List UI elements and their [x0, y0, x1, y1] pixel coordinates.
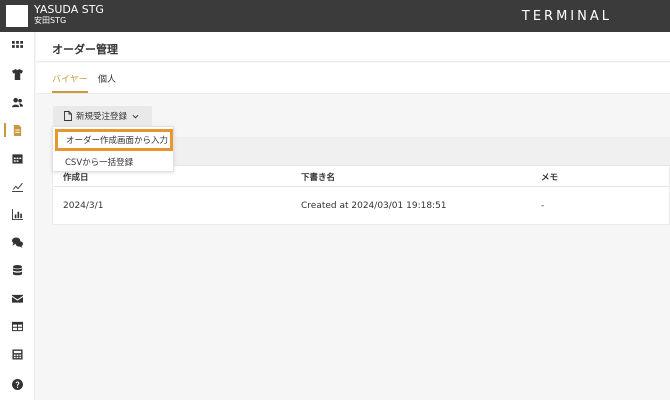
- top-bar: YASUDA STG 安田STG TERMINAL: [0, 0, 670, 32]
- tshirt-icon: [12, 68, 23, 80]
- sidebar-item-database[interactable]: [0, 260, 35, 280]
- sidebar-item-analytics[interactable]: [0, 176, 35, 196]
- company-name: YASUDA STG: [34, 3, 104, 16]
- main-content: オーダー管理 バイヤー 個人 新規受注登録 est 作成日 下書き名 メモ 20…: [36, 32, 670, 400]
- table-icon: [12, 321, 23, 331]
- sidebar-item-mail[interactable]: [0, 288, 35, 308]
- chevron-down-icon: [132, 114, 139, 119]
- table-row[interactable]: 2024/3/1 Created at 2024/03/01 19:18:51 …: [53, 188, 670, 225]
- sidebar-item-billing[interactable]: [0, 344, 35, 364]
- sidebar: [0, 32, 35, 400]
- document-icon: [13, 124, 22, 136]
- sidebar-item-apps[interactable]: [0, 36, 35, 56]
- company-info: YASUDA STG 安田STG: [34, 4, 104, 26]
- trend-chart-icon: [12, 182, 23, 192]
- sidebar-item-customers[interactable]: [0, 92, 35, 112]
- new-order-button-label: 新規受注登録: [76, 112, 128, 122]
- menu-item-order-form-entry[interactable]: オーダー作成画面から入力: [55, 129, 173, 151]
- users-icon: [12, 97, 23, 107]
- sidebar-item-messages[interactable]: [0, 232, 35, 252]
- sidebar-item-products[interactable]: [0, 64, 35, 84]
- column-draft-name: 下書き名: [301, 173, 336, 183]
- grid-icon: [12, 40, 23, 48]
- sidebar-item-help[interactable]: [0, 374, 35, 394]
- menu-item-csv-bulk-import[interactable]: CSVから一括登録: [53, 151, 175, 172]
- chat-icon: [12, 236, 23, 248]
- company-logo[interactable]: [6, 5, 28, 27]
- bar-chart-icon: [12, 208, 23, 220]
- cell-memo: -: [541, 201, 545, 211]
- new-order-button[interactable]: 新規受注登録: [53, 106, 152, 126]
- sidebar-item-orders[interactable]: [0, 120, 35, 140]
- column-memo: メモ: [541, 173, 559, 183]
- brand-logo: TERMINAL: [521, 9, 612, 24]
- tab-individual[interactable]: 個人: [98, 72, 116, 85]
- calculator-icon: [12, 348, 23, 360]
- sidebar-item-calendar[interactable]: [0, 148, 35, 168]
- tab-buyer[interactable]: バイヤー: [52, 72, 88, 93]
- document-outline-icon: [64, 111, 72, 121]
- mail-icon: [12, 294, 23, 303]
- help-icon: [12, 378, 23, 390]
- database-icon: [12, 264, 23, 275]
- cell-created-date: 2024/3/1: [63, 201, 104, 211]
- page-title: オーダー管理: [52, 43, 118, 56]
- cell-draft-name: Created at 2024/03/01 19:18:51: [301, 201, 447, 211]
- page-header: オーダー管理: [36, 32, 670, 62]
- sidebar-item-tables[interactable]: [0, 316, 35, 336]
- column-created-date: 作成日: [63, 173, 89, 183]
- sidebar-item-reports[interactable]: [0, 204, 35, 224]
- tab-bar: バイヤー 個人: [36, 63, 670, 94]
- company-sub-name: 安田STG: [34, 16, 67, 25]
- calendar-icon: [12, 153, 23, 164]
- new-order-dropdown: オーダー作成画面から入力 CSVから一括登録: [52, 126, 174, 172]
